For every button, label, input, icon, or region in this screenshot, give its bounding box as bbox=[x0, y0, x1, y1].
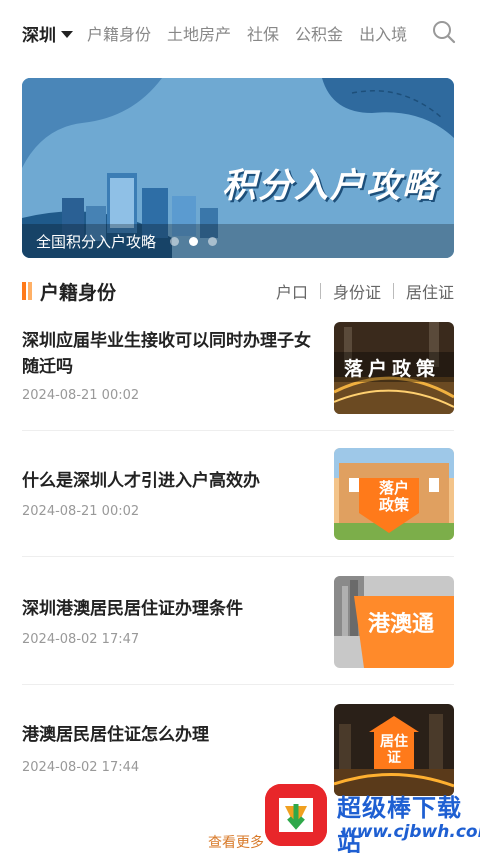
carousel-dot-active[interactable] bbox=[189, 236, 199, 246]
article-date: 2024-08-21 00:02 bbox=[22, 388, 140, 403]
subtab-hukou[interactable]: 户口 bbox=[276, 279, 308, 303]
article-thumbnail: 落户政策 bbox=[334, 322, 454, 414]
carousel-dot[interactable] bbox=[170, 236, 180, 246]
article-thumbnail: 港澳通 bbox=[334, 576, 454, 668]
list-divider bbox=[22, 430, 454, 431]
tab-housing-fund[interactable]: 公积金 bbox=[295, 21, 343, 45]
list-divider bbox=[22, 556, 454, 557]
article-title: 深圳应届毕业生接收可以同时办理子女随迁吗 bbox=[22, 331, 311, 377]
search-icon[interactable] bbox=[432, 20, 456, 44]
section-accent-bar-light bbox=[28, 282, 32, 300]
banner-carousel[interactable]: 积分入户攻略 全国积分入户攻略 bbox=[22, 78, 454, 258]
carousel-indicator bbox=[170, 236, 227, 246]
tab-land-property[interactable]: 土地房产 bbox=[167, 21, 231, 45]
watermark-url: www.cjbwh.com bbox=[341, 822, 480, 842]
article-item[interactable]: 深圳港澳居民居住证办理条件 2024-08-02 17:47 港澳通 bbox=[22, 576, 454, 672]
city-label: 深圳 bbox=[22, 25, 56, 46]
thumbnail-label: 居住证 bbox=[380, 734, 408, 766]
section-accent-bar bbox=[22, 282, 26, 300]
watermark: 超级棒下载站 www.cjbwh.com bbox=[265, 784, 480, 853]
banner-title: 积分入户攻略 bbox=[222, 166, 438, 206]
subtab-residence-permit[interactable]: 居住证 bbox=[406, 279, 454, 303]
article-title: 什么是深圳人才引进入户高效办 bbox=[22, 471, 260, 491]
article-date: 2024-08-02 17:44 bbox=[22, 760, 140, 775]
subtab-id-card[interactable]: 身份证 bbox=[333, 279, 381, 303]
article-title: 深圳港澳居民居住证办理条件 bbox=[22, 599, 243, 619]
watermark-name: 超级棒下载站 bbox=[337, 794, 462, 853]
chevron-down-icon bbox=[61, 30, 73, 38]
banner-caption: 全国积分入户攻略 bbox=[36, 232, 157, 251]
view-more-link[interactable]: 查看更多 bbox=[208, 832, 264, 852]
article-date: 2024-08-02 17:47 bbox=[22, 632, 140, 647]
article-date: 2024-08-21 00:02 bbox=[22, 504, 140, 519]
thumbnail-label: 港澳通 bbox=[368, 612, 435, 637]
thumbnail-label: 落户政策 bbox=[378, 479, 409, 514]
category-tabs: 户籍身份 土地房产 社保 公积金 出入境 bbox=[87, 21, 407, 45]
top-nav: 深圳 户籍身份 土地房产 社保 公积金 出入境 bbox=[0, 0, 480, 66]
divider bbox=[319, 283, 321, 299]
article-item[interactable]: 深圳应届毕业生接收可以同时办理子女随迁吗 2024-08-21 00:02 落户… bbox=[22, 322, 454, 418]
article-title: 港澳居民居住证怎么办理 bbox=[22, 725, 209, 745]
carousel-dot[interactable] bbox=[208, 236, 218, 246]
section-header: 户籍身份 户口 身份证 居住证 bbox=[22, 276, 454, 306]
banner-caption-bar: 全国积分入户攻略 bbox=[22, 224, 454, 258]
city-selector[interactable]: 深圳 bbox=[22, 21, 73, 46]
tab-exit-entry[interactable]: 出入境 bbox=[359, 21, 407, 45]
section-subtabs: 户口 身份证 居住证 bbox=[276, 279, 454, 303]
article-thumbnail: 落户政策 bbox=[334, 448, 454, 540]
tab-huji[interactable]: 户籍身份 bbox=[87, 21, 151, 45]
article-thumbnail: 居住证 bbox=[334, 704, 454, 796]
list-divider bbox=[22, 684, 454, 685]
thumbnail-label: 落户政策 bbox=[344, 358, 441, 380]
watermark-logo bbox=[265, 784, 327, 846]
divider bbox=[392, 283, 394, 299]
article-item[interactable]: 什么是深圳人才引进入户高效办 2024-08-21 00:02 落户政策 bbox=[22, 448, 454, 544]
section-title: 户籍身份 bbox=[40, 281, 117, 304]
tab-social-security[interactable]: 社保 bbox=[247, 21, 279, 45]
